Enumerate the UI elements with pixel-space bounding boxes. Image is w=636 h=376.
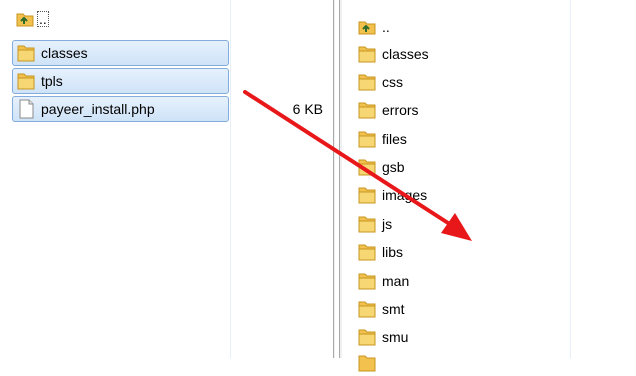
right-file-pane[interactable]: .. classes css errors files gsb images j… — [342, 0, 636, 372]
folder-icon — [358, 273, 376, 290]
folder-icon — [358, 244, 376, 261]
folder-icon — [358, 301, 376, 318]
item-name: errors — [382, 102, 419, 118]
item-name: images — [382, 187, 428, 203]
item-name: libs — [382, 244, 404, 260]
list-item-js[interactable]: js — [354, 211, 574, 237]
folder-icon — [17, 73, 35, 90]
item-name: smu — [382, 329, 409, 345]
up-folder-icon — [16, 13, 34, 27]
item-name: gsb — [382, 159, 405, 175]
folder-icon — [358, 159, 376, 176]
list-item-partial[interactable] — [354, 350, 574, 376]
folder-icon — [358, 131, 376, 148]
folder-icon — [358, 46, 376, 63]
folder-icon — [358, 74, 376, 91]
parent-directory-row[interactable]: .. — [354, 14, 574, 40]
item-name: css — [382, 74, 403, 90]
item-name: tpls — [41, 73, 63, 89]
column-divider — [230, 0, 231, 358]
list-item-css[interactable]: css — [354, 69, 574, 95]
list-item-smu[interactable]: smu — [354, 324, 574, 350]
folder-icon — [358, 355, 376, 372]
list-item-gsb[interactable]: gsb — [354, 154, 574, 180]
item-name: classes — [41, 45, 88, 61]
list-item-errors[interactable]: errors — [354, 97, 574, 123]
folder-icon — [17, 45, 35, 62]
pane-splitter[interactable] — [333, 0, 342, 358]
parent-directory-row[interactable]: .. — [12, 7, 232, 31]
folder-icon — [358, 216, 376, 233]
folder-icon — [358, 187, 376, 204]
item-name: files — [382, 131, 407, 147]
left-file-pane[interactable]: .. classes tpls payeer_install.php 6 KB — [0, 0, 333, 358]
item-name: man — [382, 273, 410, 289]
up-folder-icon — [358, 21, 376, 35]
list-item-smt[interactable]: smt — [354, 296, 574, 322]
list-item-classes[interactable]: classes — [12, 40, 229, 66]
list-item-files[interactable]: files — [354, 126, 574, 152]
item-name: smt — [382, 301, 405, 317]
list-item-classes[interactable]: classes — [354, 41, 574, 67]
folder-icon — [358, 102, 376, 119]
list-item-man[interactable]: man — [354, 268, 574, 294]
file-size: 6 KB — [292, 101, 323, 117]
parent-directory-label: .. — [37, 11, 49, 27]
folder-icon — [358, 329, 376, 346]
list-item-libs[interactable]: libs — [354, 239, 574, 265]
item-name: js — [382, 216, 393, 232]
list-item-images[interactable]: images — [354, 182, 574, 208]
item-name: payeer_install.php — [41, 101, 155, 117]
list-item-payeer-install-php[interactable]: payeer_install.php — [12, 96, 229, 122]
list-item-tpls[interactable]: tpls — [12, 68, 229, 94]
parent-directory-label: .. — [382, 19, 390, 35]
file-icon — [19, 99, 34, 119]
item-name: classes — [382, 46, 429, 62]
